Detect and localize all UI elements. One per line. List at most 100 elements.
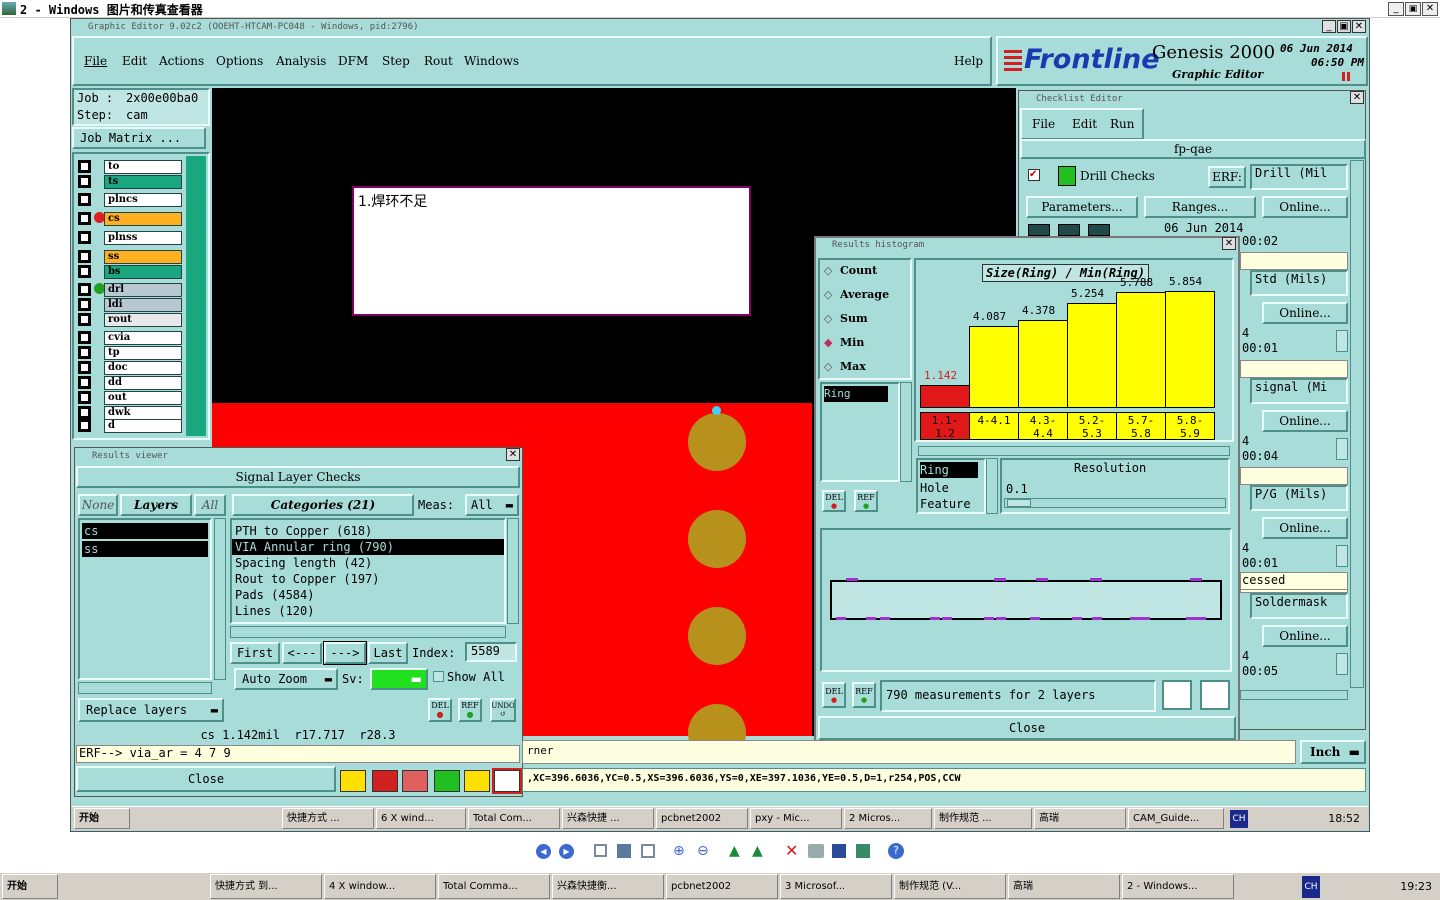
list-item[interactable]: cs — [82, 523, 208, 539]
minimize-button[interactable]: _ — [1388, 2, 1404, 16]
mode-average[interactable]: Average — [824, 288, 889, 301]
zoom-in-icon[interactable]: ⊕ — [673, 843, 685, 859]
menu-windows[interactable]: Windows — [464, 54, 519, 68]
checklist-hscrollbar[interactable] — [1240, 690, 1348, 700]
taskbar-item[interactable]: pcbnet2002 — [656, 808, 748, 829]
pointer-icon[interactable] — [340, 770, 366, 792]
menu-actions[interactable]: Actions — [159, 54, 204, 68]
taskbar-item[interactable]: 2 Micros... — [844, 808, 932, 829]
taskbar-item[interactable]: Total Com... — [468, 808, 560, 829]
taskbar-item[interactable]: Total Comma... — [438, 874, 550, 899]
list-item[interactable]: ss — [82, 541, 208, 557]
layer-checkbox[interactable] — [78, 298, 91, 311]
histogram-bar[interactable] — [920, 385, 970, 408]
none-button[interactable]: None — [78, 494, 118, 516]
chart-hscrollbar[interactable] — [918, 446, 1230, 456]
histogram-bar[interactable] — [969, 326, 1019, 408]
online-button[interactable]: Online... — [1262, 302, 1348, 324]
editor-minimize-button[interactable]: _ — [1322, 20, 1336, 33]
layer-item-ldi[interactable]: ldi — [104, 298, 182, 312]
result-layers-list[interactable]: cs ss — [78, 518, 212, 680]
erf-value[interactable]: Soldermask — [1250, 593, 1348, 619]
layers-list-hscrollbar[interactable] — [78, 682, 212, 694]
best-fit-icon[interactable] — [594, 844, 607, 857]
list-item[interactable]: Spacing length (42) — [232, 555, 504, 571]
checklist-menu-run[interactable]: Run — [1110, 117, 1135, 131]
taskbar-item[interactable]: 高瑞 — [1008, 874, 1120, 899]
taskbar-item[interactable]: 6 X wind... — [376, 808, 466, 829]
erf-value[interactable]: Drill (Mil — [1250, 164, 1348, 190]
layer-item-dwk[interactable]: dwk — [104, 406, 182, 420]
check-enabled-checkbox[interactable]: ✔ — [1028, 169, 1040, 181]
layer-item-ts[interactable]: ts — [104, 175, 182, 189]
taskbar-item[interactable]: 兴森快捷衡... — [552, 874, 664, 899]
resolution-slider[interactable] — [1004, 498, 1226, 508]
layer-checkbox[interactable] — [78, 250, 91, 263]
online-button[interactable]: Online... — [1262, 517, 1348, 539]
list-item[interactable]: Pads (4584) — [232, 587, 504, 603]
taskbar-item[interactable]: 制作规范 (V... — [894, 874, 1006, 899]
hist-ref-button[interactable]: REF ● — [854, 490, 878, 512]
menu-step[interactable]: Step — [382, 54, 410, 68]
replace-layers-dropdown[interactable]: Replace layers ▬ — [78, 698, 224, 722]
measure-list-scrollbar[interactable] — [900, 382, 912, 482]
layer-item-out[interactable]: out — [104, 391, 182, 405]
checklist-menu-file[interactable]: File — [1032, 117, 1055, 131]
zoom-in-icon[interactable] — [1162, 680, 1192, 710]
cross-icon[interactable] — [402, 770, 428, 792]
layer-list-scrollbar[interactable] — [186, 156, 206, 436]
histogram-icon[interactable] — [492, 768, 522, 794]
category-label[interactable]: 4-4.1 — [969, 412, 1019, 440]
slideshow-icon[interactable] — [641, 844, 655, 858]
list-item-selected[interactable]: Ring — [920, 462, 978, 478]
histogram-bar[interactable] — [1018, 320, 1068, 408]
layer-checkbox[interactable] — [78, 346, 91, 359]
rotate-counterclockwise-icon[interactable]: ▲ — [752, 843, 763, 859]
row-icon[interactable] — [1336, 653, 1348, 675]
histogram-bar[interactable] — [1067, 303, 1117, 408]
menu-options[interactable]: Options — [216, 54, 263, 68]
edit-icon[interactable] — [856, 844, 870, 858]
list-item[interactable]: Lines (120) — [232, 603, 504, 619]
menu-help[interactable]: Help — [954, 54, 983, 68]
category-label[interactable]: 5.7-5.8 — [1116, 412, 1166, 440]
results-viewer-close-icon[interactable]: ✕ — [506, 448, 520, 461]
meas-dropdown[interactable]: All ▬ — [465, 494, 519, 516]
menu-dfm[interactable]: DFM — [338, 54, 368, 68]
ref-button[interactable]: REF ● — [458, 698, 482, 722]
histogram-close-button[interactable]: Close — [818, 716, 1236, 740]
show-all-checkbox[interactable] — [433, 671, 444, 682]
delete-icon[interactable]: ✕ — [785, 841, 798, 860]
layer-checkbox[interactable] — [78, 391, 91, 404]
summary-ref-button[interactable]: REF ● — [852, 682, 876, 708]
checklist-menu-edit[interactable]: Edit — [1072, 117, 1097, 131]
layer-checkbox[interactable] — [78, 419, 91, 432]
erf-value[interactable]: P/G (Mils) — [1250, 485, 1348, 511]
layer-checkbox[interactable] — [78, 212, 91, 225]
start-button[interactable]: 开始 — [2, 874, 58, 899]
categories-button[interactable]: Categories (21) — [232, 494, 414, 516]
job-matrix-button[interactable]: Job Matrix ... — [72, 127, 206, 149]
parameters-button[interactable]: Parameters... — [1026, 196, 1138, 218]
layer-item-dd[interactable]: dd — [104, 376, 182, 390]
highlight-icon[interactable] — [372, 770, 398, 792]
first-button[interactable]: First — [230, 642, 280, 664]
results-viewer-close-button[interactable]: Close — [76, 766, 336, 792]
editor-close-button[interactable]: ✕ — [1352, 20, 1366, 33]
categories-list[interactable]: PTH to Copper (618) VIA Annular ring (79… — [230, 518, 506, 624]
layer-item-to[interactable]: to — [104, 160, 182, 174]
rotate-clockwise-icon[interactable]: ▲ — [729, 843, 740, 859]
layer-item-rout[interactable]: rout — [104, 313, 182, 327]
mode-count[interactable]: Count — [824, 264, 877, 277]
zoom-out-icon[interactable] — [1200, 680, 1230, 710]
action-icon[interactable] — [1058, 224, 1080, 236]
report-icon[interactable] — [464, 770, 490, 792]
zoom-out-icon[interactable]: ⊖ — [697, 843, 709, 859]
layers-button[interactable]: Layers — [120, 494, 192, 516]
mode-max[interactable]: Max — [824, 360, 866, 373]
taskbar-item[interactable]: 高瑞 — [1034, 808, 1126, 829]
online-button[interactable]: Online... — [1262, 410, 1348, 432]
mode-min[interactable]: Min — [824, 336, 864, 349]
via-pad[interactable] — [688, 413, 746, 471]
undo-button[interactable]: UNDO ↺ — [490, 698, 516, 722]
